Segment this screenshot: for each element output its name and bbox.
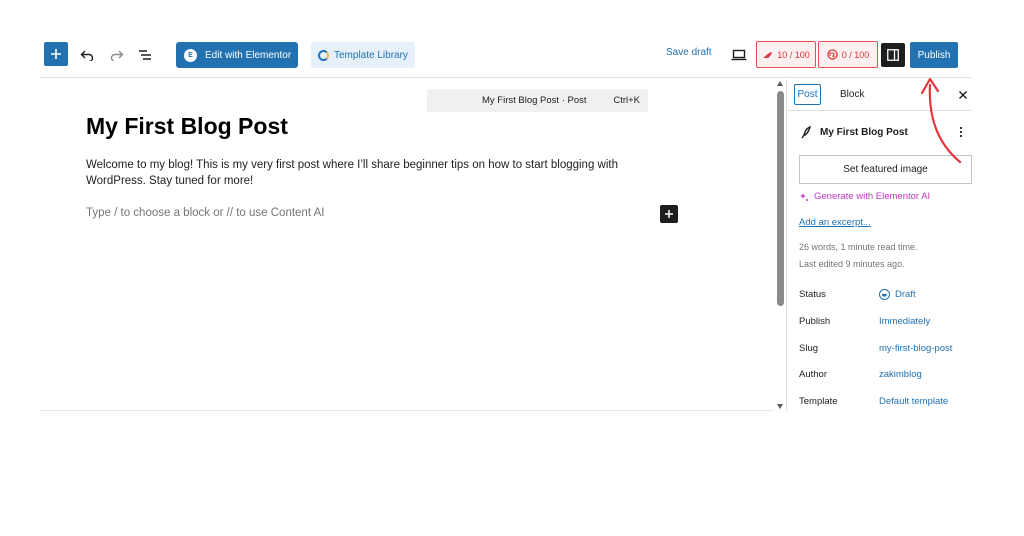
paragraph-block[interactable]: Welcome to my blog! This is my very firs… [86, 157, 646, 189]
status-value: Draft [895, 289, 916, 300]
command-bar-title: My First Blog Post · Post [482, 95, 587, 106]
seo-score: 0 / 100 [841, 49, 870, 60]
annotation-arrow [920, 77, 962, 164]
status-value-button[interactable]: Draft [879, 289, 916, 300]
template-library-icon [318, 49, 329, 61]
tab-block[interactable]: Block [840, 89, 864, 100]
plus-icon [51, 49, 61, 59]
redo-button[interactable] [106, 44, 128, 66]
seo-score-button[interactable]: 0 / 100 [818, 41, 878, 68]
scroll-down-arrow[interactable] [777, 404, 783, 409]
inline-add-block-button[interactable] [660, 205, 678, 223]
author-label: Author [799, 369, 827, 380]
ink-pen-icon [763, 52, 773, 58]
editor-scrollbar[interactable] [776, 79, 785, 411]
readability-score-button[interactable]: 10 / 100 [756, 41, 816, 68]
draft-status-icon [879, 289, 890, 300]
editor-canvas: My First Blog Post · Post Ctrl+K My Firs… [40, 79, 774, 411]
save-draft-button[interactable]: Save draft [666, 47, 712, 58]
command-bar-shortcut: Ctrl+K [613, 95, 640, 106]
last-edited-text: Last edited 9 minutes ago. [799, 259, 905, 269]
post-summary-header: My First Blog Post [801, 126, 908, 139]
undo-button[interactable] [76, 44, 98, 66]
plus-icon [665, 210, 673, 218]
sidebar-icon [887, 49, 899, 61]
slug-label: Slug [799, 343, 819, 354]
publish-value-button[interactable]: Immediately [879, 316, 930, 327]
template-library-button[interactable]: Template Library [311, 42, 415, 68]
scroll-up-arrow[interactable] [777, 81, 783, 86]
template-label: Template [799, 396, 838, 407]
empty-block-placeholder[interactable]: Type / to choose a block or // to use Co… [86, 207, 324, 219]
preview-button[interactable] [729, 45, 749, 65]
word-count-text: 26 words, 1 minute read time. [799, 242, 918, 252]
quill-icon [801, 126, 811, 139]
scroll-thumb[interactable] [777, 91, 784, 306]
publish-label: Publish [799, 316, 831, 327]
status-label: Status [799, 289, 826, 300]
sparkle-icon [800, 192, 808, 201]
redo-icon [110, 50, 124, 61]
editor-toolbar: E Edit with Elementor Template Library S… [40, 38, 971, 78]
generate-ai-label: Generate with Elementor AI [814, 191, 931, 202]
edit-with-elementor-button[interactable]: E Edit with Elementor [176, 42, 298, 68]
post-title-input[interactable]: My First Blog Post [86, 113, 288, 140]
undo-icon [80, 50, 94, 61]
readability-score: 10 / 100 [777, 49, 810, 60]
slug-value-button[interactable]: my-first-blog-post [879, 343, 952, 354]
command-palette-bar[interactable]: My First Blog Post · Post Ctrl+K [427, 89, 648, 112]
list-view-icon [139, 50, 151, 60]
add-excerpt-link[interactable]: Add an excerpt... [799, 217, 871, 228]
elementor-icon: E [184, 48, 197, 62]
template-library-label: Template Library [334, 49, 408, 61]
tab-post[interactable]: Post [794, 84, 821, 105]
add-block-button[interactable] [44, 42, 68, 66]
rank-math-icon [827, 49, 838, 60]
desktop-icon [731, 49, 747, 61]
author-value-button[interactable]: zakimblog [879, 369, 922, 380]
post-summary-title: My First Blog Post [820, 127, 908, 138]
template-value-button[interactable]: Default template [879, 396, 948, 407]
edit-elementor-label: Edit with Elementor [205, 49, 292, 61]
document-overview-button[interactable] [134, 44, 156, 66]
generate-elementor-ai-button[interactable]: Generate with Elementor AI [799, 191, 930, 202]
